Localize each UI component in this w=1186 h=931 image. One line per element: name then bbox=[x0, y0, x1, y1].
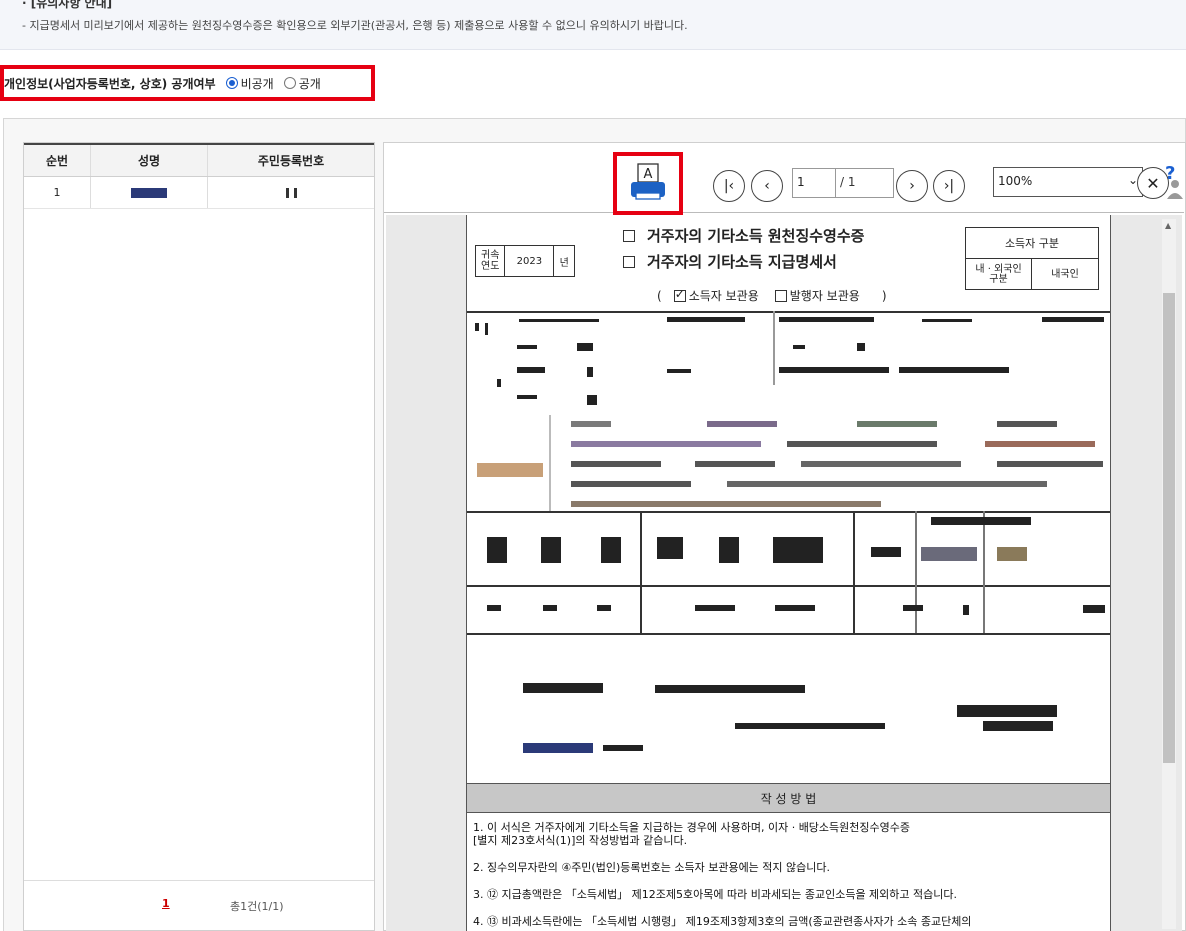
next-page-button[interactable]: › bbox=[896, 170, 928, 202]
guide-line-3: 3. ⑫ 지급총액란은 「소득세법」 제12조제5호아목에 따라 비과세되는 종… bbox=[473, 888, 958, 901]
prev-page-icon: ‹ bbox=[764, 178, 770, 194]
title1-text: 거주자의 기타소득 원천징수영수증 bbox=[647, 227, 865, 245]
col-header-id: 주민등록번호 bbox=[257, 154, 325, 168]
total-count: 총1건(1/1) bbox=[230, 900, 284, 913]
last-page-icon: ›| bbox=[943, 178, 955, 194]
holder2-label: 발행자 보관용 bbox=[789, 289, 860, 303]
guide-line-1b: [별지 제23호서식(1)]의 작성방법과 같습니다. bbox=[473, 834, 688, 847]
title-checkbox-2 bbox=[623, 255, 635, 268]
user-icon bbox=[1167, 180, 1183, 199]
page-total: / 1 bbox=[836, 168, 894, 198]
year-value: 2023 bbox=[505, 246, 555, 276]
year-label: 귀속 연도 bbox=[476, 246, 506, 276]
row-name-masked bbox=[91, 177, 208, 208]
close-icon: ✕ bbox=[1146, 173, 1160, 193]
resident-value: 내국인 bbox=[1051, 268, 1079, 280]
year-box: 귀속 연도 2023 년 bbox=[475, 245, 575, 277]
radio-public[interactable]: 공개 bbox=[283, 75, 321, 92]
holder-checkbox-2 bbox=[774, 289, 787, 302]
document-area[interactable]: 귀속 연도 2023 년 거주자의 기타소득 원천징수영수증 거주자의 기타소득… bbox=[386, 215, 1182, 931]
svg-text:A: A bbox=[644, 167, 653, 182]
first-page-icon: |‹ bbox=[723, 178, 735, 194]
recipient-list: 순번 성명 주민등록번호 1 1 총1건(1/1) bbox=[23, 142, 375, 931]
page-link[interactable]: 1 bbox=[162, 897, 170, 910]
report-viewer: A |‹ ‹ 1 / 1 › ›| 100% ⌄ ✕ ? 귀속 연도 2023 … bbox=[383, 142, 1186, 931]
holder-close: ) bbox=[881, 288, 887, 303]
holder1-label: 소득자 보관용 bbox=[688, 289, 759, 303]
year-unit: 년 bbox=[559, 257, 569, 269]
guide-line-2: 2. 징수의무자란의 ④주민(법인)등록번호는 소득자 보관용에는 적지 않습니… bbox=[473, 861, 831, 874]
row-id-masked bbox=[208, 177, 374, 208]
list-header: 순번 성명 주민등록번호 bbox=[24, 143, 374, 177]
list-row[interactable]: 1 bbox=[24, 177, 374, 209]
title2-text: 거주자의 기타소득 지급명세서 bbox=[647, 253, 837, 271]
radio-public-dot[interactable] bbox=[283, 77, 296, 89]
row-no: 1 bbox=[24, 177, 91, 208]
print-icon: A bbox=[631, 163, 665, 200]
holder-checkbox-1 bbox=[673, 287, 686, 302]
holder-open: ( bbox=[657, 288, 662, 303]
document-page: 귀속 연도 2023 년 거주자의 기타소득 원천징수영수증 거주자의 기타소득… bbox=[466, 215, 1111, 931]
first-page-button[interactable]: |‹ bbox=[713, 170, 745, 202]
page-number-input[interactable]: 1 bbox=[792, 168, 836, 198]
notice-panel: · [유의사항 안내] - 지급명세서 미리보기에서 제공하는 원천징수영수증은… bbox=[0, 0, 1186, 50]
list-footer: 1 총1건(1/1) bbox=[24, 880, 374, 930]
notice-title: · [유의사항 안내] bbox=[22, 0, 113, 10]
next-page-icon: › bbox=[909, 178, 915, 194]
masked-form-content bbox=[467, 311, 1110, 781]
print-button[interactable]: A bbox=[613, 152, 683, 215]
zoom-value: 100% bbox=[998, 174, 1033, 188]
radio-public-label: 공개 bbox=[298, 76, 321, 91]
radio-private-label: 비공개 bbox=[240, 76, 274, 91]
zoom-select[interactable]: 100% ⌄ bbox=[993, 167, 1143, 197]
scroll-up-icon[interactable]: ▲ bbox=[1165, 221, 1171, 230]
scroll-thumb[interactable] bbox=[1163, 293, 1175, 763]
guide-line-4: 4. ⑬ 비과세소득란에는 「소득세법 시행령」 제19조제3항제3호의 금액(… bbox=[473, 915, 972, 928]
resident-label: 내 · 외국인 구분 bbox=[966, 259, 1032, 290]
radio-private[interactable]: 비공개 bbox=[225, 75, 274, 92]
privacy-label: 개인정보(사업자등록번호, 상호) 공개여부 bbox=[4, 76, 216, 91]
notice-text: - 지급명세서 미리보기에서 제공하는 원천징수영수증은 확인용으로 외부기관(… bbox=[22, 19, 688, 32]
last-page-button[interactable]: ›| bbox=[933, 170, 965, 202]
radio-private-dot[interactable] bbox=[225, 77, 238, 89]
privacy-setting: 개인정보(사업자등록번호, 상호) 공개여부 비공개 공개 bbox=[0, 65, 375, 101]
taxpayer-type-box: 소득자 구분 내 · 외국인 구분 내국인 bbox=[965, 227, 1099, 290]
col-header-no: 순번 bbox=[24, 145, 91, 176]
guide-title: 작 성 방 법 bbox=[467, 783, 1110, 813]
title-checkbox-1 bbox=[623, 229, 635, 242]
doc-title-receipt: 거주자의 기타소득 원천징수영수증 bbox=[623, 225, 864, 246]
holder-options: ( 소득자 보관용 발행자 보관용 ) bbox=[657, 287, 887, 304]
col-header-name: 성명 bbox=[91, 145, 208, 176]
guide-line-1: 1. 이 서식은 거주자에게 기타소득을 지급하는 경우에 사용하며, 이자 ·… bbox=[473, 821, 911, 834]
prev-page-button[interactable]: ‹ bbox=[751, 170, 783, 202]
vertical-scrollbar[interactable]: ▲ bbox=[1162, 219, 1176, 929]
taxpayer-label: 소득자 구분 bbox=[966, 228, 1098, 259]
viewer-toolbar: A |‹ ‹ 1 / 1 › ›| 100% ⌄ ✕ ? bbox=[384, 143, 1184, 215]
doc-title-statement: 거주자의 기타소득 지급명세서 bbox=[623, 251, 837, 272]
